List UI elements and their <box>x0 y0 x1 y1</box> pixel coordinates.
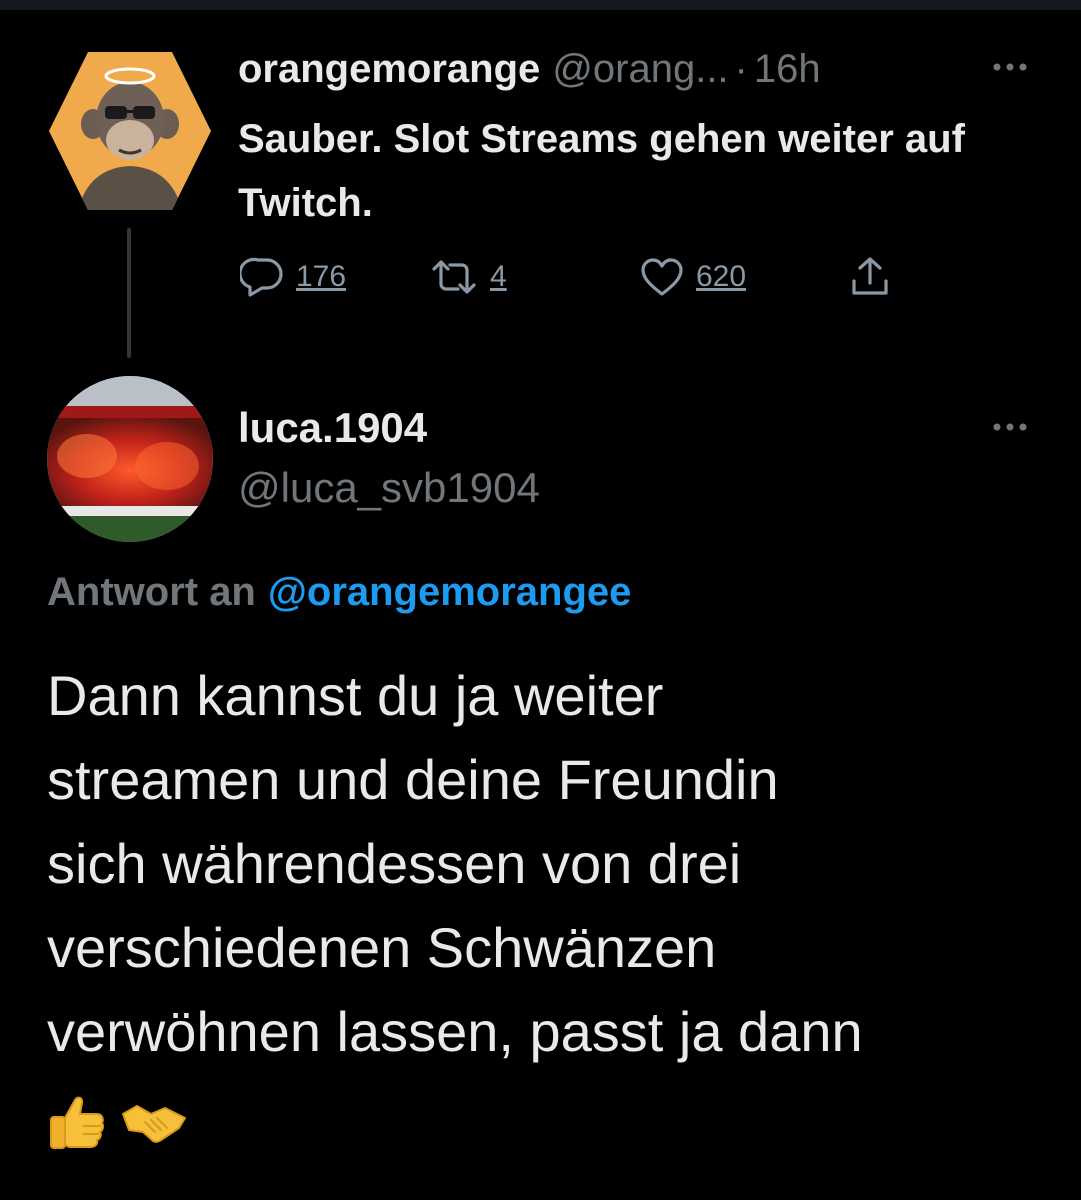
reply-handle[interactable]: @luca_svb1904 <box>238 464 540 512</box>
reply-text-line: sich währendessen von drei <box>47 832 742 895</box>
reply-text-line: verwöhnen lassen, passt ja dann <box>47 1000 863 1063</box>
avatar-orangemorange[interactable] <box>47 48 213 214</box>
reply-tweet-text: Dann kannst du ja weiter streamen und de… <box>47 654 1057 1074</box>
top-bar <box>0 0 1081 10</box>
heart-icon <box>640 256 684 298</box>
replying-label: Antwort an <box>47 570 256 614</box>
thread-connector-line <box>127 228 131 358</box>
reply-count[interactable]: 176 <box>296 260 346 294</box>
separator-dot: · <box>734 46 748 91</box>
reply-more-options-icon[interactable] <box>990 420 1030 434</box>
like-button[interactable]: 620 <box>640 256 848 298</box>
emoji-row <box>47 1092 199 1159</box>
reply-text-line: streamen und deine Freundin <box>47 748 779 811</box>
parent-handle[interactable]: @orang... <box>552 47 728 92</box>
parent-display-name[interactable]: orangemorange <box>238 47 540 92</box>
thumbs-up-icon <box>47 1092 109 1159</box>
reply-icon <box>240 256 284 298</box>
avatar-luca[interactable] <box>47 376 213 542</box>
parent-tweet-actions: 176 4 620 <box>240 254 892 300</box>
reply-button[interactable]: 176 <box>240 256 430 298</box>
like-count[interactable]: 620 <box>696 260 746 294</box>
reply-text-line: Dann kannst du ja weiter <box>47 664 664 727</box>
replying-to-mention[interactable]: @orangemorangee <box>268 570 632 614</box>
share-icon <box>848 255 892 299</box>
reply-text-line: verschiedenen Schwänzen <box>47 916 717 979</box>
handshake-icon <box>121 1092 187 1159</box>
reply-display-name[interactable]: luca.1904 <box>238 404 427 452</box>
retweet-count[interactable]: 4 <box>490 260 507 294</box>
share-button[interactable] <box>848 255 892 299</box>
parent-tweet-header: orangemorange @orang... · 16h <box>238 44 821 94</box>
replying-to-line: Antwort an @orangemorangee <box>47 570 631 615</box>
parent-tweet-text: Sauber. Slot Streams gehen weiter auf Tw… <box>238 117 965 225</box>
retweet-button[interactable]: 4 <box>430 256 640 298</box>
parent-timestamp[interactable]: 16h <box>754 47 821 92</box>
retweet-icon <box>430 256 478 298</box>
parent-more-options-icon[interactable] <box>990 60 1030 74</box>
